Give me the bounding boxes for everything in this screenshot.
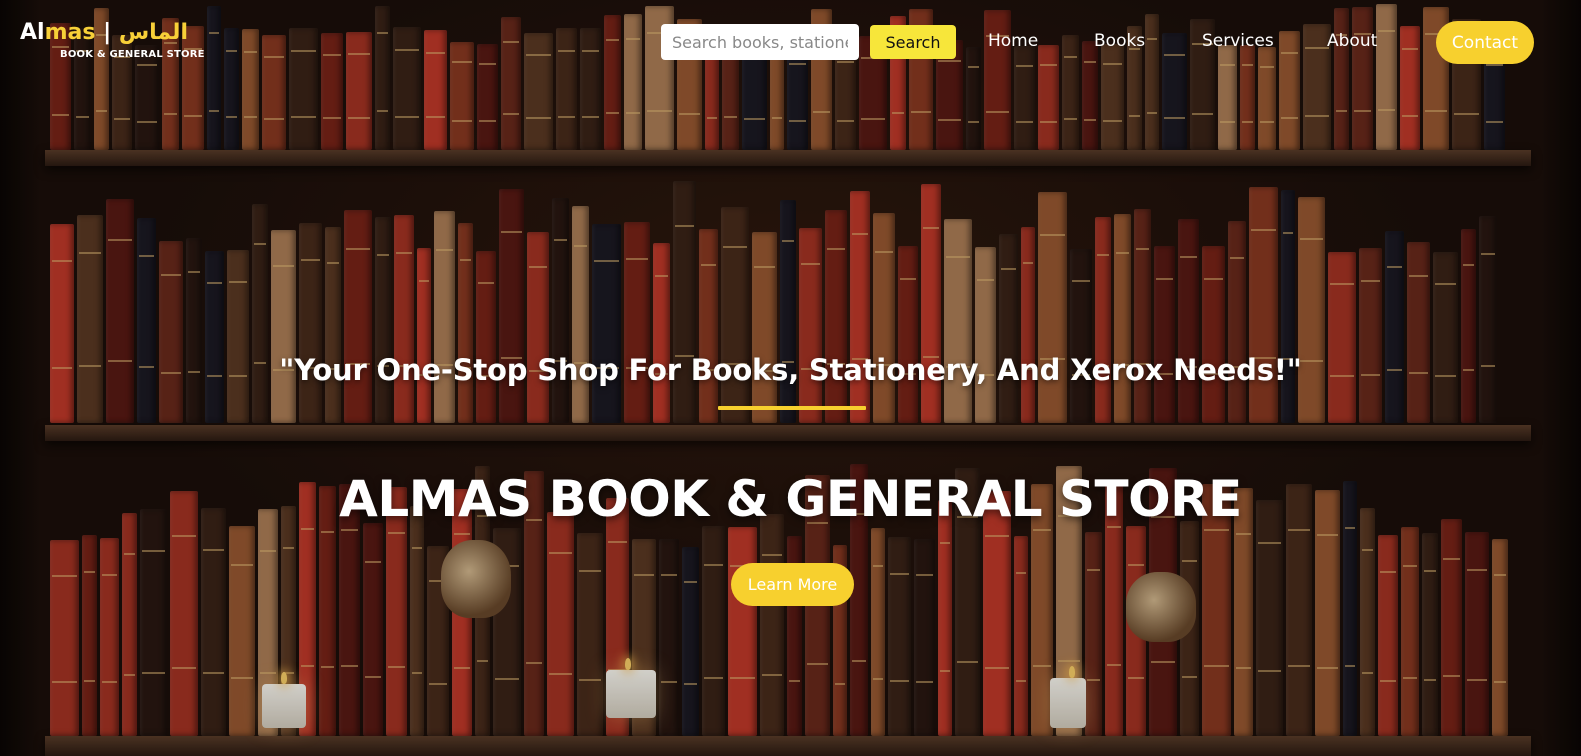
nav-home[interactable]: Home xyxy=(988,31,1038,51)
hero-tagline: "Your One-Stop Shop For Books, Stationer… xyxy=(279,353,1302,387)
logo[interactable]: Almas | الماس BOOK & GENERAL STORE xyxy=(20,22,205,60)
nav-books[interactable]: Books xyxy=(1094,31,1145,51)
nav-services[interactable]: Services xyxy=(1202,31,1274,51)
search-bar: Search xyxy=(661,24,956,60)
logo-wordmark: Almas | الماس xyxy=(20,20,188,45)
nav-about[interactable]: About xyxy=(1327,31,1377,51)
search-button[interactable]: Search xyxy=(870,25,956,59)
hero-title: ALMAS BOOK & GENERAL STORE xyxy=(339,470,1242,528)
learn-more-button[interactable]: Learn More xyxy=(731,563,854,606)
logo-subtitle: BOOK & GENERAL STORE xyxy=(60,49,205,60)
tagline-underline xyxy=(718,406,866,410)
search-input[interactable] xyxy=(661,24,859,60)
contact-button[interactable]: Contact xyxy=(1436,21,1534,64)
